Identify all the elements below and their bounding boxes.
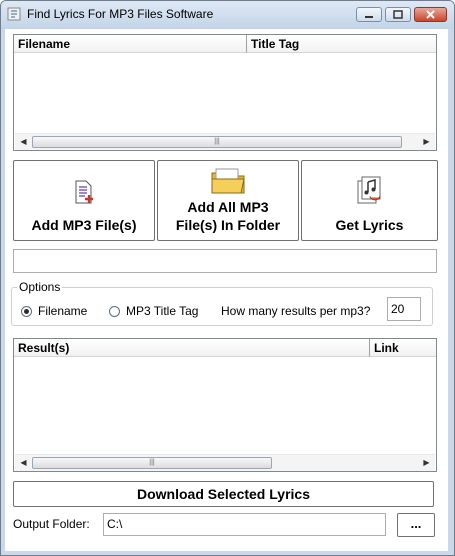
add-folder-label-line1: Add All MP3 (187, 199, 269, 215)
download-selected-lyrics-button[interactable]: Download Selected Lyrics (13, 481, 434, 507)
options-legend: Options (17, 280, 63, 294)
results-scroll-right-icon[interactable]: ▶ (418, 455, 435, 471)
minimize-icon (365, 16, 373, 18)
scrollbar-thumb[interactable]: ||| (32, 136, 402, 148)
column-header-results[interactable]: Result(s) (14, 339, 369, 357)
output-folder-input[interactable]: C:\ (103, 513, 386, 536)
add-folder-button[interactable]: Add All MP3 File(s) In Folder (157, 160, 299, 241)
column-header-filename[interactable]: Filename (14, 35, 246, 53)
music-lyrics-icon (357, 176, 381, 204)
radio-filename[interactable] (21, 306, 32, 317)
add-folder-label: Add All MP3 File(s) In Folder (158, 198, 298, 234)
maximize-icon (393, 10, 403, 19)
radio-mp3-title-tag-label[interactable]: MP3 Title Tag (126, 304, 198, 318)
folder-icon (211, 168, 245, 194)
results-list-scrollbar[interactable]: ◀ ||| ▶ (15, 454, 435, 471)
scroll-left-icon[interactable]: ◀ (15, 134, 32, 150)
results-scroll-left-icon[interactable]: ◀ (15, 455, 32, 471)
file-list-scrollbar[interactable]: ◀ ||| ▶ (15, 133, 435, 150)
add-mp3-files-label: Add MP3 File(s) (31, 217, 137, 233)
get-lyrics-button[interactable]: Get Lyrics (301, 160, 438, 241)
close-button[interactable] (414, 7, 447, 22)
file-list[interactable]: Filename Title Tag ◀ ||| ▶ (13, 34, 437, 151)
minimize-button[interactable] (356, 7, 382, 22)
results-per-mp3-input[interactable]: 20 (387, 297, 421, 321)
client-area: Filename Title Tag ◀ ||| ▶ Add MP3 File(… (5, 29, 448, 551)
column-header-link[interactable]: Link (369, 339, 436, 357)
results-list[interactable]: Result(s) Link ◀ ||| ▶ (13, 338, 437, 472)
title-bar: Find Lyrics For MP3 Files Software (1, 1, 454, 29)
status-box (13, 249, 437, 273)
results-per-mp3-label: How many results per mp3? (221, 304, 371, 318)
add-folder-label-line2: File(s) In Folder (175, 217, 281, 233)
results-scrollbar-thumb[interactable]: ||| (32, 457, 272, 469)
document-add-icon (75, 180, 93, 204)
column-header-title-tag[interactable]: Title Tag (246, 35, 436, 53)
add-mp3-files-button[interactable]: Add MP3 File(s) (13, 160, 155, 241)
scroll-right-icon[interactable]: ▶ (418, 134, 435, 150)
maximize-button[interactable] (385, 7, 411, 22)
radio-mp3-title-tag[interactable] (109, 306, 120, 317)
radio-filename-label[interactable]: Filename (38, 304, 87, 318)
close-icon (426, 10, 435, 19)
output-folder-label: Output Folder: (13, 517, 90, 531)
app-window: Find Lyrics For MP3 Files Software Filen… (0, 0, 455, 556)
browse-button[interactable]: ... (397, 513, 435, 537)
app-icon (7, 7, 21, 21)
window-title: Find Lyrics For MP3 Files Software (27, 7, 214, 21)
get-lyrics-label: Get Lyrics (335, 217, 404, 233)
